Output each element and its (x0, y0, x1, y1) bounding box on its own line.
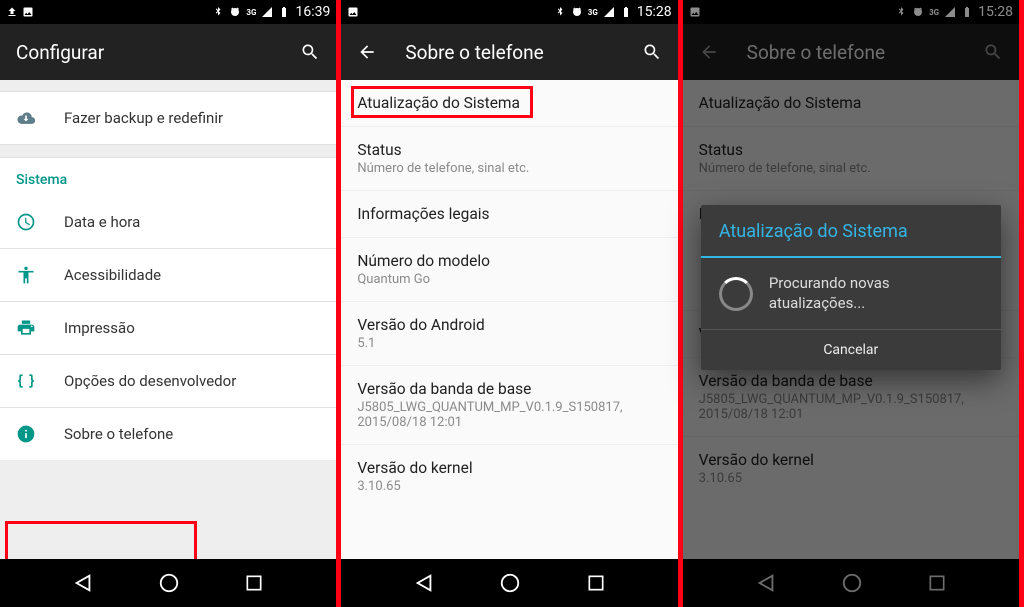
upload-icon (6, 6, 18, 18)
dialog-message: Procurando novas atualizações... (769, 274, 983, 313)
clock: 15:28 (637, 4, 672, 20)
entry-title: Versão da banda de base (357, 380, 661, 398)
settings-content: Fazer backup e redefinir Sistema Data e … (0, 80, 336, 559)
highlight-about-phone (5, 521, 197, 559)
nav-bar (341, 559, 677, 607)
entry-title: Status (357, 141, 661, 159)
page-title: Sobre o telefone (405, 41, 613, 64)
home-icon[interactable] (158, 572, 180, 594)
back-icon[interactable] (413, 572, 435, 594)
clock: 16:39 (295, 4, 330, 20)
back-arrow-icon[interactable] (357, 42, 377, 62)
entry-system-update[interactable]: Atualização do Sistema (341, 80, 677, 127)
entry-title: Atualização do Sistema (357, 94, 661, 112)
item-label: Opções do desenvolvedor (64, 372, 236, 390)
entry-title: Versão do kernel (357, 459, 661, 477)
spinner-icon (719, 277, 753, 311)
item-date-time[interactable]: Data e hora (0, 196, 336, 248)
item-backup-reset[interactable]: Fazer backup e redefinir (0, 92, 336, 144)
recent-icon[interactable] (244, 573, 264, 593)
entry-kernel-version[interactable]: Versão do kernel 3.10.65 (341, 445, 677, 508)
signal-icon (261, 6, 273, 18)
nav-bar (0, 559, 336, 607)
bluetooth-icon (554, 6, 566, 18)
search-icon[interactable] (642, 42, 662, 62)
item-label: Data e hora (64, 213, 140, 231)
recent-icon[interactable] (586, 573, 606, 593)
entry-subtitle: Quantum Go (357, 272, 661, 287)
system-update-dialog: Atualização do Sistema Procurando novas … (701, 205, 1001, 370)
dialog-overlay: Atualização do Sistema Procurando novas … (683, 0, 1019, 607)
item-label: Fazer backup e redefinir (64, 109, 223, 127)
item-accessibility[interactable]: Acessibilidade (0, 249, 336, 301)
battery-icon (278, 6, 290, 18)
item-developer-options[interactable]: Opções do desenvolvedor (0, 355, 336, 407)
screen-settings: 3G 16:39 Configurar Fazer backup e redef… (0, 0, 336, 607)
status-bar: 3G 16:39 (0, 0, 336, 24)
entry-title: Versão do Android (357, 316, 661, 334)
screen-update-dialog: 3G 15:28 Sobre o telefone Atualização do… (683, 0, 1019, 607)
clock-icon (16, 212, 36, 232)
battery-icon (620, 6, 632, 18)
picture-icon (22, 6, 34, 18)
entry-model-number[interactable]: Número do modelo Quantum Go (341, 238, 677, 302)
entry-subtitle: Número de telefone, sinal etc. (357, 161, 661, 176)
entry-android-version[interactable]: Versão do Android 5.1 (341, 302, 677, 366)
back-icon[interactable] (72, 572, 94, 594)
entry-status[interactable]: Status Número de telefone, sinal etc. (341, 127, 677, 191)
screen-about-phone: 3G 15:28 Sobre o telefone Atualização do… (341, 0, 677, 607)
entry-subtitle: J5805_LWG_QUANTUM_MP_V0.1.9_S150817, 201… (357, 400, 661, 430)
item-printing[interactable]: Impressão (0, 302, 336, 354)
item-about-phone[interactable]: Sobre o telefone (0, 408, 336, 460)
entry-legal-info[interactable]: Informações legais (341, 191, 677, 238)
entry-title: Informações legais (357, 205, 661, 223)
entry-subtitle: 3.10.65 (357, 479, 661, 494)
alarm-icon (229, 6, 241, 18)
app-bar: Sobre o telefone (341, 24, 677, 80)
status-bar: 3G 15:28 (341, 0, 677, 24)
home-icon[interactable] (499, 572, 521, 594)
entry-baseband-version[interactable]: Versão da banda de base J5805_LWG_QUANTU… (341, 366, 677, 445)
bluetooth-icon (212, 6, 224, 18)
entry-subtitle: 5.1 (357, 336, 661, 351)
section-sistema: Sistema (0, 158, 336, 196)
about-content: Atualização do Sistema Status Número de … (341, 80, 677, 559)
item-label: Impressão (64, 319, 135, 337)
braces-icon (16, 371, 36, 391)
item-label: Acessibilidade (64, 266, 161, 284)
accessibility-icon (16, 265, 36, 285)
app-bar: Configurar (0, 24, 336, 80)
entry-title: Número do modelo (357, 252, 661, 270)
picture-icon (347, 6, 359, 18)
print-icon (16, 318, 36, 338)
cancel-button[interactable]: Cancelar (701, 330, 1001, 370)
dialog-title: Atualização do Sistema (701, 205, 1001, 258)
page-title: Configurar (16, 41, 272, 64)
info-icon (16, 424, 36, 444)
item-label: Sobre o telefone (64, 425, 173, 443)
network-type: 3G (588, 8, 598, 17)
alarm-icon (571, 6, 583, 18)
signal-icon (603, 6, 615, 18)
network-type: 3G (246, 8, 256, 17)
search-icon[interactable] (300, 42, 320, 62)
cloud-icon (16, 108, 36, 128)
